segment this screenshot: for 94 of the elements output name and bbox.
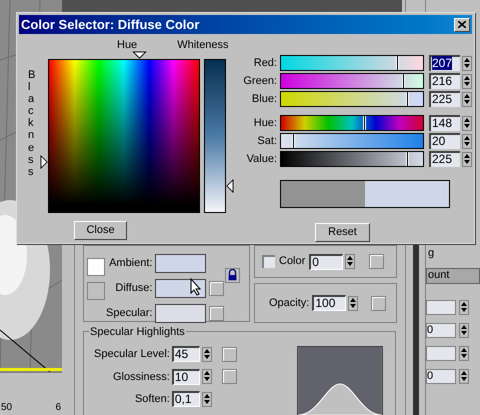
down-arrow-icon — [202, 398, 211, 405]
number-field[interactable]: 0,1 — [172, 391, 200, 408]
number-field[interactable]: 0 — [426, 368, 456, 384]
number-field[interactable]: 148 — [429, 115, 460, 131]
panel-heading: g — [427, 246, 436, 261]
slider-thumb[interactable] — [396, 56, 400, 70]
number-field[interactable]: 10 — [172, 368, 200, 385]
map-button[interactable] — [371, 296, 386, 310]
close-dialog-button[interactable]: Close — [74, 220, 127, 240]
number-field[interactable]: 207 — [429, 55, 460, 71]
spinner[interactable] — [459, 368, 469, 384]
number-field[interactable]: 0 — [309, 254, 344, 270]
up-arrow-icon — [346, 255, 354, 261]
slider-label: Red: — [252, 56, 278, 71]
down-arrow-icon — [349, 302, 358, 308]
color-slider[interactable] — [280, 151, 424, 167]
spinner[interactable] — [462, 92, 472, 106]
close-button[interactable] — [454, 18, 470, 32]
spinner[interactable] — [345, 254, 356, 269]
number-field[interactable]: 100 — [312, 295, 346, 311]
slider-label: Blue: — [250, 92, 278, 107]
reset-button[interactable]: Reset — [315, 222, 370, 242]
color-label: Color — [279, 254, 306, 270]
color-field[interactable] — [48, 59, 200, 213]
ruler-label: 6 — [55, 401, 61, 415]
up-arrow-icon — [349, 296, 358, 302]
color-swatch[interactable] — [155, 254, 206, 273]
swatch-label: Diffuse: — [115, 281, 152, 296]
map-button[interactable] — [222, 369, 237, 384]
up-arrow-icon — [202, 348, 211, 354]
whiteness-label: Whiteness — [177, 38, 229, 51]
spinner[interactable] — [462, 152, 472, 166]
blackness-label: Blackness — [28, 69, 36, 180]
spinner[interactable] — [462, 134, 472, 148]
up-arrow-icon — [202, 370, 211, 376]
field-label: Specular Level: — [94, 347, 170, 362]
swatch-label: Specular: — [106, 306, 152, 322]
hue-label: Hue — [117, 38, 138, 51]
window-title: Color Selector: Diffuse Color — [21, 16, 200, 34]
field-label: Soften: — [134, 392, 170, 407]
slider-label: Hue: — [252, 116, 278, 131]
slider-label: Green: — [242, 74, 278, 89]
map-button[interactable] — [369, 254, 384, 269]
slider-thumb[interactable] — [406, 152, 409, 166]
color-slider[interactable] — [280, 55, 424, 71]
number-field[interactable]: 45 — [172, 346, 200, 362]
spinner[interactable] — [202, 346, 212, 362]
close-icon — [458, 21, 466, 28]
down-arrow-icon — [202, 376, 211, 382]
color-swatch[interactable] — [155, 304, 206, 323]
spinner[interactable] — [462, 116, 472, 130]
map-button[interactable] — [222, 346, 237, 362]
whiteness-strip[interactable] — [204, 59, 226, 213]
color-slider[interactable] — [280, 133, 424, 149]
spinner[interactable] — [462, 74, 472, 88]
field-label: Glossiness: — [112, 370, 170, 384]
slider-thumb[interactable] — [363, 116, 366, 130]
up-arrow-icon — [202, 392, 211, 399]
ambient-lock-button[interactable] — [87, 258, 105, 276]
down-arrow-icon — [202, 354, 211, 360]
panel-button[interactable]: ount — [426, 268, 480, 284]
mouse-cursor-icon — [190, 278, 202, 296]
checkbox[interactable] — [262, 255, 275, 268]
number-field[interactable]: 20 — [429, 133, 460, 149]
spinner[interactable] — [348, 296, 358, 310]
number-field[interactable] — [426, 346, 456, 360]
spinner[interactable] — [462, 56, 472, 70]
number-field[interactable]: 216 — [429, 73, 460, 89]
number-field[interactable]: 225 — [429, 151, 460, 167]
number-field[interactable] — [426, 300, 456, 314]
slider-thumb[interactable] — [406, 92, 409, 106]
lock-icon[interactable] — [225, 268, 240, 283]
map-button[interactable] — [209, 306, 224, 321]
number-field[interactable]: 0 — [426, 322, 456, 338]
color-slider[interactable] — [280, 115, 424, 131]
slider-thumb[interactable] — [292, 134, 296, 148]
color-slider[interactable] — [280, 73, 424, 89]
slider-thumb[interactable] — [402, 74, 405, 88]
color-swatch[interactable] — [155, 279, 206, 298]
spinner[interactable] — [459, 322, 469, 338]
slider-label: Value: — [246, 152, 278, 167]
map-button[interactable] — [209, 281, 224, 296]
group-title: Specular Highlights — [89, 324, 186, 340]
ruler-label: 50 — [1, 401, 12, 415]
number-field[interactable]: 225 — [429, 91, 460, 107]
spinner[interactable] — [459, 300, 469, 314]
spinner[interactable] — [202, 392, 212, 407]
swatch-label: Ambient: — [109, 256, 152, 272]
opacity-label: Opacity: — [269, 296, 310, 311]
color-slider[interactable] — [280, 91, 424, 107]
spinner[interactable] — [202, 369, 212, 384]
slider-label: Sat: — [256, 134, 278, 149]
down-arrow-icon — [346, 261, 354, 267]
spinner[interactable] — [459, 346, 469, 360]
